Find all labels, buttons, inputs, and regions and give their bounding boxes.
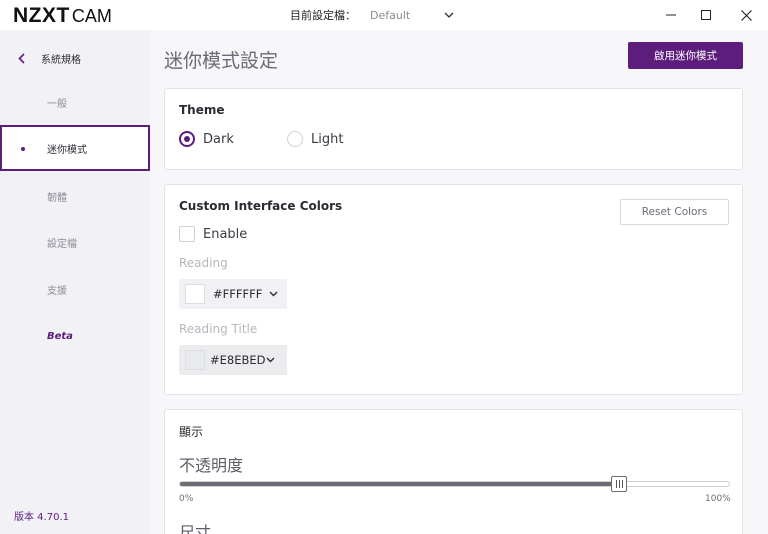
chevron-down-icon	[267, 288, 279, 300]
theme-card: Theme Dark Light	[164, 88, 743, 170]
profile-label: 目前設定檔：	[290, 9, 356, 22]
enable-mini-mode-button[interactable]: 啟用迷你模式	[628, 42, 743, 69]
reading-title-color-value: #E8EBED	[210, 353, 266, 367]
page-title: 迷你模式設定	[164, 50, 279, 72]
opacity-slider[interactable]	[179, 476, 730, 492]
title-bar: NZXT CAM 目前設定檔： Default	[0, 0, 768, 30]
logo-wordmark: NZXT	[13, 4, 70, 27]
active-indicator-icon	[21, 147, 25, 151]
chevron-down-icon[interactable]	[442, 8, 456, 22]
chevron-down-icon	[264, 354, 276, 366]
sidebar-item-label: Beta	[47, 330, 73, 342]
close-icon	[740, 9, 752, 21]
display-card: 顯示 不透明度 0% 100% 尺寸	[164, 409, 743, 534]
custom-colors-title: Custom Interface Colors	[179, 199, 343, 213]
sidebar-item-label: 韌體	[47, 192, 67, 204]
theme-light-radio[interactable]: Light	[287, 131, 343, 147]
version-text: 版本 4.70.1	[14, 512, 69, 523]
reading-title-color-picker[interactable]: #E8EBED	[179, 345, 287, 375]
reading-color-value: #FFFFFF	[213, 287, 263, 301]
opacity-slider-thumb[interactable]	[611, 476, 628, 492]
custom-colors-card: Custom Interface Colors Reset Colors Ena…	[164, 184, 743, 395]
sidebar-item-label: 支援	[47, 285, 67, 297]
opacity-label: 不透明度	[179, 456, 244, 475]
opacity-slider-fill	[180, 482, 620, 486]
theme-title: Theme	[179, 103, 225, 117]
back-to-system-specs[interactable]: 系統規格	[18, 51, 81, 66]
maximize-icon	[701, 10, 711, 20]
sidebar-item-general[interactable]: 一般	[0, 79, 150, 125]
profile-value[interactable]: Default	[370, 9, 430, 22]
sidebar-item-mini-mode[interactable]: 迷你模式	[0, 125, 150, 171]
minimize-icon	[666, 14, 676, 16]
size-label: 尺寸	[179, 523, 212, 534]
reading-color-swatch	[185, 284, 205, 304]
reset-colors-button[interactable]: Reset Colors	[620, 199, 729, 225]
maximize-button[interactable]	[687, 0, 725, 30]
checkbox-unchecked-icon	[179, 226, 195, 242]
theme-dark-radio[interactable]: Dark	[179, 131, 234, 147]
reading-label: Reading	[179, 256, 228, 270]
radio-unchecked-icon	[287, 131, 303, 147]
checkbox-label: Enable	[203, 226, 248, 242]
profile-selector[interactable]: 目前設定檔： Default	[290, 7, 456, 23]
main-content: 迷你模式設定 啟用迷你模式 Theme Dark Light Custom In…	[150, 30, 768, 534]
opacity-min-label: 0%	[179, 494, 194, 504]
sidebar-item-support[interactable]: 支援	[0, 266, 150, 312]
back-label: 系統規格	[41, 55, 81, 66]
display-title: 顯示	[179, 425, 204, 439]
grip-icon	[615, 480, 623, 488]
radio-checked-icon	[179, 131, 195, 147]
sidebar-item-label: 一般	[47, 98, 67, 110]
sidebar-item-profiles[interactable]: 設定檔	[0, 219, 150, 265]
reading-title-label: Reading Title	[179, 322, 258, 336]
enable-custom-colors-checkbox[interactable]: Enable	[179, 226, 247, 242]
sidebar-item-label: 迷你模式	[47, 144, 87, 156]
radio-label: Dark	[203, 131, 234, 147]
sidebar: 系統規格 一般 迷你模式 韌體 設定檔 支援 Beta 版本 4.70.1	[0, 30, 150, 534]
opacity-max-label: 100%	[705, 494, 731, 504]
nzxt-logo: NZXT CAM	[13, 4, 112, 28]
minimize-button[interactable]	[652, 0, 690, 30]
sidebar-item-beta[interactable]: Beta	[0, 313, 150, 359]
logo-cam: CAM	[71, 6, 112, 26]
sidebar-item-firmware[interactable]: 韌體	[0, 173, 150, 219]
reading-title-color-swatch	[185, 350, 205, 370]
sidebar-item-label: 設定檔	[47, 238, 77, 250]
reading-color-picker[interactable]: #FFFFFF	[179, 279, 287, 309]
close-button[interactable]	[727, 0, 765, 30]
radio-label: Light	[311, 131, 344, 147]
chevron-left-icon	[18, 53, 25, 64]
